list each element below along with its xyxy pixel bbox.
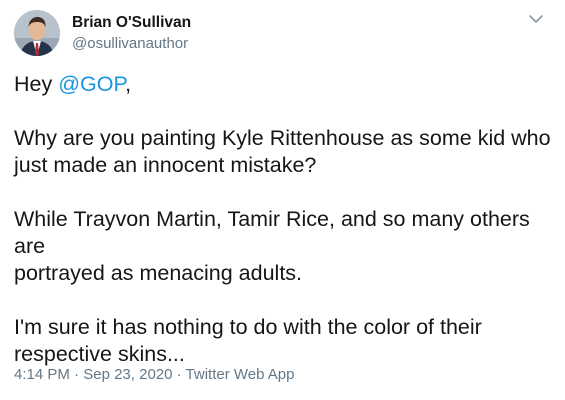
greeting-suffix: ,	[125, 72, 132, 96]
tweet-paragraph-2: Why are you painting Kyle Rittenhouse as…	[14, 125, 551, 179]
author-handle[interactable]: @osullivanauthor	[72, 34, 191, 53]
tweet-source[interactable]: Twitter Web App	[186, 366, 295, 383]
tweet-header: Brian O'Sullivan @osullivanauthor	[14, 10, 551, 58]
tweet-paragraph-3: While Trayvon Martin, Tamir Rice, and so…	[14, 206, 551, 287]
tweet-time[interactable]: 4:14 PM	[14, 366, 70, 383]
tweet-date[interactable]: Sep 23, 2020	[83, 366, 172, 383]
tweet-line: respective skins...	[14, 342, 185, 366]
meta-separator: ·	[69, 366, 84, 383]
tweet-line: While Trayvon Martin, Tamir Rice, and so…	[14, 207, 530, 258]
tweet-paragraph-4: I'm sure it has nothing to do with the c…	[14, 314, 551, 368]
tweet-card: Brian O'Sullivan @osullivanauthor Hey @G…	[0, 0, 565, 400]
avatar-image	[14, 10, 60, 56]
author-display-name[interactable]: Brian O'Sullivan	[72, 14, 191, 32]
tweet-line: I'm sure it has nothing to do with the c…	[14, 315, 482, 339]
tweet-line: portrayed as menacing adults.	[14, 261, 303, 285]
author-names: Brian O'Sullivan @osullivanauthor	[72, 14, 191, 53]
avatar[interactable]	[14, 10, 60, 56]
tweet-metadata: 4:14 PM · Sep 23, 2020 · Twitter Web App	[14, 366, 294, 383]
tweet-line: just made an innocent mistake?	[14, 153, 317, 177]
greeting-prefix: Hey	[14, 72, 59, 96]
chevron-down-icon[interactable]	[527, 12, 545, 26]
mention-link[interactable]: @GOP	[58, 72, 125, 96]
tweet-line: Why are you painting Kyle Rittenhouse as…	[14, 126, 551, 150]
tweet-paragraph-greeting: Hey @GOP,	[14, 71, 551, 98]
meta-separator: ·	[172, 366, 186, 383]
tweet-text: Hey @GOP, Why are you painting Kyle Ritt…	[14, 71, 551, 368]
